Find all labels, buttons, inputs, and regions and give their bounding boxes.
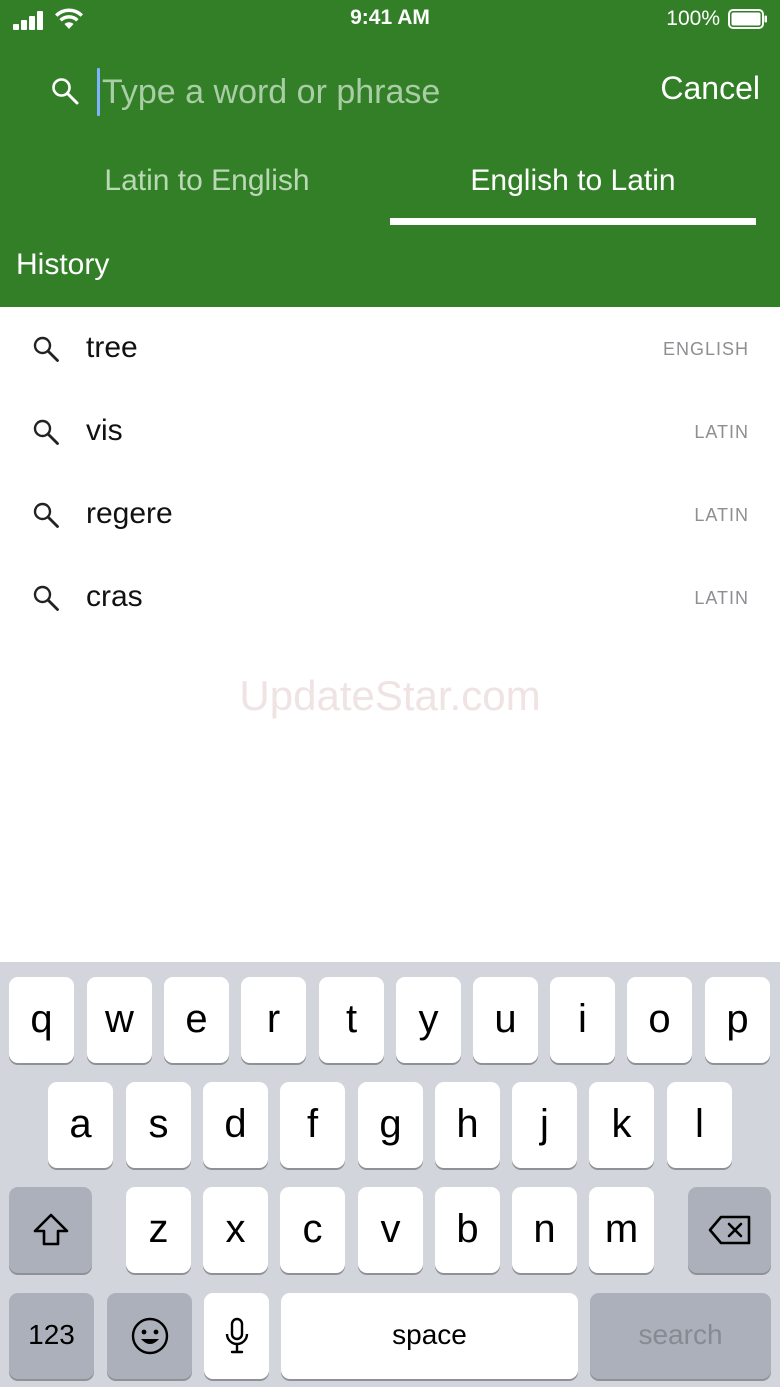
key-n[interactable]: n: [512, 1187, 577, 1273]
search-bar: Cancel: [0, 56, 780, 128]
history-item[interactable]: tree ENGLISH: [0, 307, 780, 390]
tab-latin-to-english[interactable]: Latin to English: [24, 164, 390, 230]
key-j[interactable]: j: [512, 1082, 577, 1168]
text-caret: [97, 68, 100, 116]
history-item[interactable]: vis LATIN: [0, 390, 780, 473]
search-key[interactable]: search: [590, 1293, 771, 1379]
key-u[interactable]: u: [473, 977, 538, 1063]
key-q[interactable]: q: [9, 977, 74, 1063]
dictation-key[interactable]: [204, 1293, 269, 1379]
numbers-key[interactable]: 123: [9, 1293, 94, 1379]
key-o[interactable]: o: [627, 977, 692, 1063]
key-b[interactable]: b: [435, 1187, 500, 1273]
key-l[interactable]: l: [667, 1082, 732, 1168]
emoji-key[interactable]: [107, 1293, 192, 1379]
search-icon: [52, 78, 79, 105]
active-tab-indicator: [390, 218, 756, 225]
status-bar: 9:41 AM 100%: [0, 0, 780, 40]
backspace-icon: [708, 1215, 750, 1245]
key-z[interactable]: z: [126, 1187, 191, 1273]
backspace-key[interactable]: [688, 1187, 771, 1273]
history-word: tree: [86, 331, 138, 364]
key-v[interactable]: v: [358, 1187, 423, 1273]
key-r[interactable]: r: [241, 977, 306, 1063]
key-y[interactable]: y: [396, 977, 461, 1063]
key-h[interactable]: h: [435, 1082, 500, 1168]
key-k[interactable]: k: [589, 1082, 654, 1168]
history-language: LATIN: [694, 422, 749, 442]
key-g[interactable]: g: [358, 1082, 423, 1168]
search-icon: [33, 419, 59, 445]
cancel-button[interactable]: Cancel: [660, 70, 760, 107]
history-item[interactable]: regere LATIN: [0, 473, 780, 556]
key-t[interactable]: t: [319, 977, 384, 1063]
history-word: cras: [86, 580, 143, 613]
key-f[interactable]: f: [280, 1082, 345, 1168]
history-list: tree ENGLISH vis LATIN regere LATIN cras…: [0, 307, 780, 639]
status-time: 9:41 AM: [350, 6, 430, 29]
watermark: UpdateStar.com: [239, 672, 541, 719]
key-d[interactable]: d: [203, 1082, 268, 1168]
history-language: LATIN: [694, 588, 749, 608]
search-icon: [33, 336, 59, 362]
key-a[interactable]: a: [48, 1082, 113, 1168]
key-p[interactable]: p: [705, 977, 770, 1063]
battery-icon: [728, 9, 767, 29]
microphone-icon: [225, 1317, 248, 1354]
key-e[interactable]: e: [164, 977, 229, 1063]
keyboard: q w e r t y u i o p a s d f g h j k l z …: [0, 962, 780, 1387]
translation-direction-tabs: Latin to English English to Latin: [0, 150, 780, 230]
key-c[interactable]: c: [280, 1187, 345, 1273]
header: 9:41 AM 100% Cancel Latin to English Eng…: [0, 0, 780, 307]
space-key[interactable]: space: [281, 1293, 578, 1379]
history-language: ENGLISH: [662, 339, 749, 359]
emoji-icon: [131, 1317, 168, 1355]
key-x[interactable]: x: [203, 1187, 268, 1273]
history-word: regere: [86, 497, 173, 530]
search-icon: [33, 502, 59, 528]
search-icon: [33, 585, 59, 611]
key-w[interactable]: w: [87, 977, 152, 1063]
history-word: vis: [86, 414, 123, 447]
shift-key[interactable]: [9, 1187, 92, 1273]
shift-icon: [33, 1213, 68, 1246]
key-s[interactable]: s: [126, 1082, 191, 1168]
history-item[interactable]: cras LATIN: [0, 556, 780, 639]
battery-percent: 100%: [666, 7, 720, 30]
history-language: LATIN: [694, 505, 749, 525]
key-m[interactable]: m: [589, 1187, 654, 1273]
history-title: History: [16, 248, 110, 281]
search-input[interactable]: [102, 64, 632, 120]
key-i[interactable]: i: [550, 977, 615, 1063]
